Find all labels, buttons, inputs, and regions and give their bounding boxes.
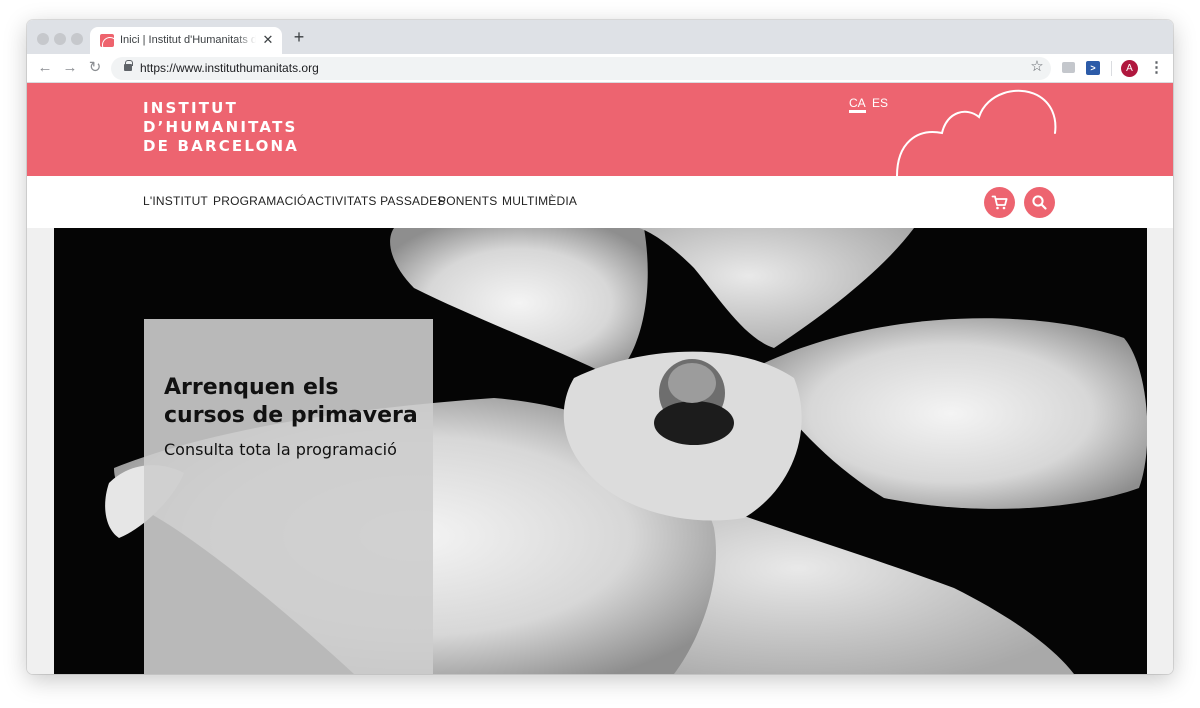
- logo-line: INSTITUT: [143, 99, 238, 117]
- window-zoom-dot[interactable]: [71, 33, 83, 45]
- more-menu-icon[interactable]: ⋮: [1149, 59, 1164, 77]
- star-icon[interactable]: ☆: [1029, 58, 1045, 76]
- site-header: INSTITUT D’HUMANITATS DE BARCELONA CA ES: [27, 83, 1173, 176]
- nav-item-ponents[interactable]: PONENTS: [438, 194, 497, 208]
- browser-tab-active[interactable]: Inici | Institut d'Humanitats de Barcelo…: [90, 27, 282, 54]
- language-ca-link[interactable]: CA: [849, 96, 866, 113]
- cart-button[interactable]: [984, 187, 1015, 218]
- extension-icon[interactable]: [1062, 62, 1075, 73]
- tab-title: Inici | Institut d'Humanitats de Barcelo…: [120, 34, 256, 46]
- nav-item-multimedia[interactable]: MULTIMÈDIA: [502, 194, 577, 208]
- nav-item-institut[interactable]: L'INSTITUT: [143, 194, 208, 208]
- extension-arrow-icon[interactable]: >: [1086, 61, 1100, 75]
- url-text[interactable]: https://www.instituthumanitats.org: [140, 61, 319, 75]
- hero-title[interactable]: Arrenquen els cursos de primavera: [164, 374, 426, 430]
- hero-subtitle[interactable]: Consulta tota la programació: [164, 439, 426, 461]
- search-button[interactable]: [1024, 187, 1055, 218]
- hero-banner[interactable]: Arrenquen els cursos de primavera Consul…: [54, 228, 1147, 674]
- toolbar-divider: [1111, 61, 1112, 76]
- tab-close-icon[interactable]: ✕: [261, 32, 275, 48]
- site-logo[interactable]: INSTITUT D’HUMANITATS DE BARCELONA: [143, 99, 333, 156]
- reload-icon[interactable]: ↻: [86, 59, 104, 77]
- tab-strip: Inici | Institut d'Humanitats de Barcelo…: [27, 20, 1173, 54]
- search-icon: [1032, 195, 1047, 210]
- lock-icon: [124, 60, 133, 71]
- window-minimize-dot[interactable]: [54, 33, 66, 45]
- hero-callout[interactable]: Arrenquen els cursos de primavera Consul…: [144, 319, 433, 674]
- browser-window: Inici | Institut d'Humanitats de Barcelo…: [27, 20, 1173, 674]
- forward-icon[interactable]: →: [61, 59, 79, 77]
- main-navigation: L'INSTITUT PROGRAMACIÓ ACTIVITATS PASSAD…: [27, 176, 1173, 228]
- cart-icon: [991, 195, 1008, 210]
- logo-line: D’HUMANITATS: [143, 118, 298, 136]
- cloud-decoration-icon: [896, 89, 1057, 176]
- browser-toolbar: ← → ↻ https://www.instituthumanitats.org…: [27, 54, 1173, 83]
- nav-item-programacio[interactable]: PROGRAMACIÓ: [213, 194, 307, 208]
- window-close-dot[interactable]: [37, 33, 49, 45]
- web-page: INSTITUT D’HUMANITATS DE BARCELONA CA ES…: [27, 83, 1173, 674]
- back-icon[interactable]: ←: [36, 59, 54, 77]
- site-favicon-icon: [100, 34, 114, 47]
- new-tab-button[interactable]: +: [290, 28, 308, 46]
- address-bar[interactable]: https://www.instituthumanitats.org: [111, 57, 1051, 80]
- profile-avatar[interactable]: A: [1121, 60, 1138, 77]
- nav-item-activitats-passades[interactable]: ACTIVITATS PASSADES: [307, 194, 446, 208]
- logo-line: DE BARCELONA: [143, 137, 300, 155]
